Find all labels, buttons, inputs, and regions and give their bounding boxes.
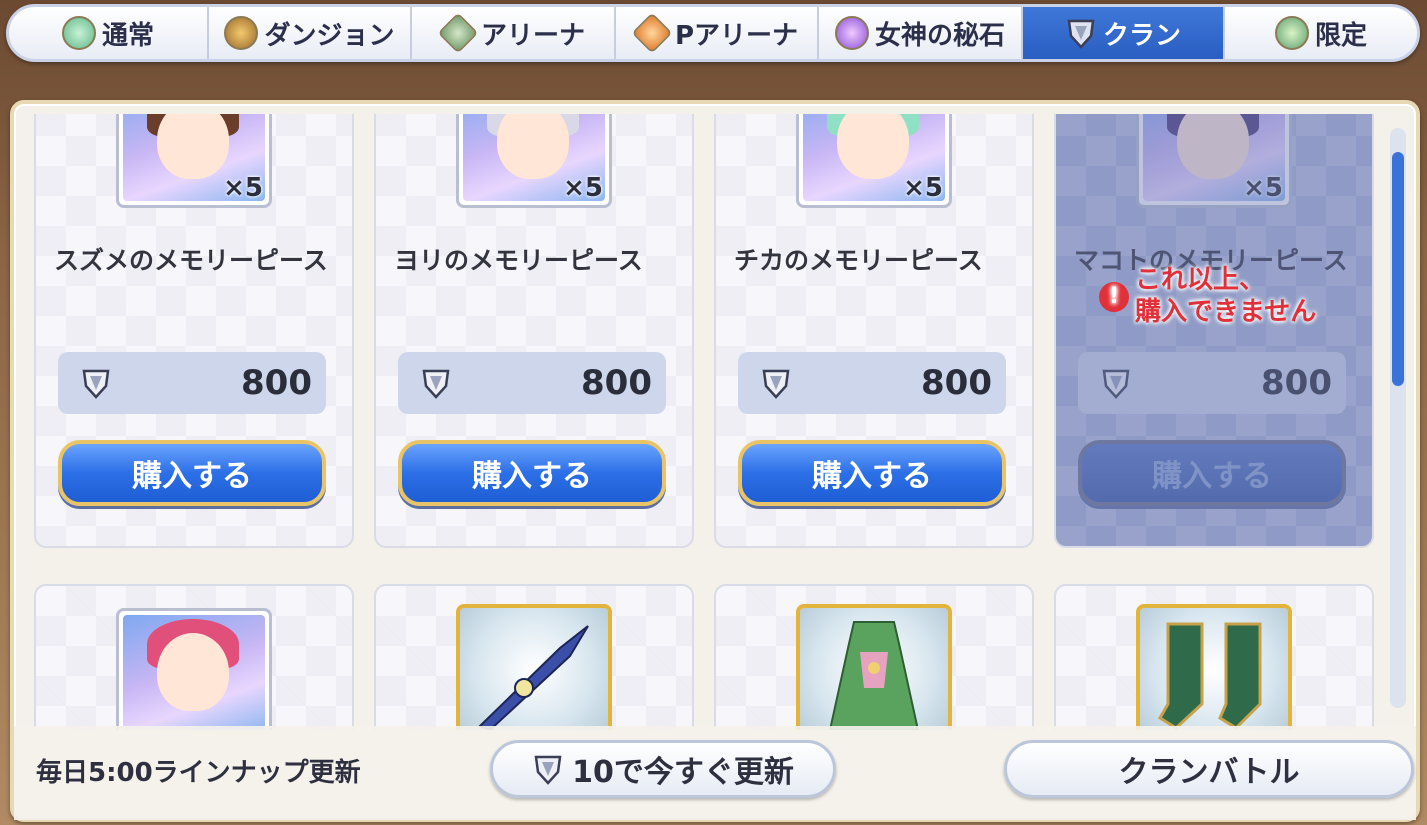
tab-label: アリーナ <box>480 20 585 51</box>
clan-gem-icon <box>534 755 562 785</box>
limited-orb-icon <box>1274 16 1309 50</box>
clan-gem-icon <box>1067 19 1095 49</box>
item-card: ×5 ヨリのメモリーピース 800 購入する <box>374 114 694 548</box>
tab-arena[interactable]: アリーナ <box>412 7 616 59</box>
tab-normal[interactable]: 通常 <box>9 7 209 59</box>
item-quantity: ×5 <box>1243 173 1283 203</box>
item-quantity: ×5 <box>903 173 943 203</box>
clan-gem-icon <box>762 369 790 399</box>
item-card[interactable] <box>714 584 1034 730</box>
clan-battle-button[interactable]: クランバトル <box>1004 740 1414 798</box>
item-quantity: ×5 <box>563 173 603 203</box>
shop-panel: ×5 スズメのメモリーピース 800 購入する ×5 ヨリのメモリーピース 80… <box>10 100 1420 822</box>
warning-line: 購入できません <box>1135 297 1317 327</box>
item-card[interactable] <box>34 584 354 730</box>
refresh-label: 10で今すぐ更新 <box>572 755 794 790</box>
boots-icon <box>1136 604 1292 730</box>
tab-label: 限定 <box>1314 20 1367 51</box>
scroll-thumb[interactable] <box>1392 152 1404 386</box>
clan-gem-icon <box>1102 369 1130 399</box>
tab-label: 女神の秘石 <box>874 20 1005 51</box>
purchase-limit-warning: ! これ以上、 購入できません <box>1099 264 1316 328</box>
scrollbar[interactable] <box>1390 128 1406 708</box>
item-name: ヨリのメモリーピース <box>394 246 643 275</box>
item-portrait: ×5 <box>1136 114 1292 208</box>
tab-limited[interactable]: 限定 <box>1225 7 1417 59</box>
arena-coin-icon <box>437 12 479 54</box>
item-card: ×5 チカのメモリーピース 800 購入する <box>714 114 1034 548</box>
item-portrait <box>116 608 272 730</box>
shop-tab-bar: 通常 ダンジョン アリーナ Pアリーナ 女神の秘石 クラン 限定 <box>6 4 1420 62</box>
lineup-update-schedule: 毎日5:00ラインナップ更新 <box>36 758 361 788</box>
item-price: 800 <box>58 352 326 414</box>
price-value: 800 <box>921 363 992 403</box>
item-card-sold-out: ×5 マコトのメモリーピース 800 購入する <box>1054 114 1374 548</box>
buy-button[interactable]: 購入する <box>738 440 1006 506</box>
item-grid: ×5 スズメのメモリーピース 800 購入する ×5 ヨリのメモリーピース 80… <box>34 114 1384 730</box>
item-card[interactable] <box>1054 584 1374 730</box>
item-card: ×5 スズメのメモリーピース 800 購入する <box>34 114 354 548</box>
price-value: 800 <box>1261 363 1332 403</box>
item-quantity: ×5 <box>223 173 263 203</box>
tab-label: クラン <box>1102 20 1181 51</box>
orb-icon <box>61 16 96 50</box>
p-arena-coin-icon <box>631 12 673 54</box>
tab-label: Pアリーナ <box>674 20 799 51</box>
goddess-stone-icon <box>834 16 869 50</box>
item-portrait: ×5 <box>456 114 612 208</box>
tab-label: ダンジョン <box>264 20 395 51</box>
robe-icon <box>796 604 952 730</box>
buy-button[interactable]: 購入する <box>58 440 326 506</box>
item-name: スズメのメモリーピース <box>54 246 328 275</box>
refresh-now-button[interactable]: 10で今すぐ更新 <box>490 740 836 798</box>
tab-p-arena[interactable]: Pアリーナ <box>616 7 819 59</box>
tab-clan[interactable]: クラン <box>1023 7 1225 59</box>
dungeon-coin-icon <box>224 16 259 50</box>
tab-dungeon[interactable]: ダンジョン <box>209 7 412 59</box>
warning-line: これ以上、 <box>1135 265 1266 295</box>
buy-button-disabled: 購入する <box>1078 440 1346 506</box>
buy-button[interactable]: 購入する <box>398 440 666 506</box>
item-portrait: ×5 <box>116 114 272 208</box>
item-card[interactable] <box>374 584 694 730</box>
alert-icon: ! <box>1099 282 1129 312</box>
tab-label: 通常 <box>101 20 154 51</box>
item-price: 800 <box>1078 352 1346 414</box>
clan-gem-icon <box>422 369 450 399</box>
weapon-icon <box>456 604 612 730</box>
item-portrait: ×5 <box>796 114 952 208</box>
clan-gem-icon <box>82 369 110 399</box>
tab-goddess-stone[interactable]: 女神の秘石 <box>819 7 1023 59</box>
bottom-bar: 毎日5:00ラインナップ更新 10で今すぐ更新 クランバトル <box>14 726 1416 820</box>
item-price: 800 <box>738 352 1006 414</box>
price-value: 800 <box>581 363 652 403</box>
item-name: チカのメモリーピース <box>734 246 983 275</box>
item-price: 800 <box>398 352 666 414</box>
price-value: 800 <box>241 363 312 403</box>
